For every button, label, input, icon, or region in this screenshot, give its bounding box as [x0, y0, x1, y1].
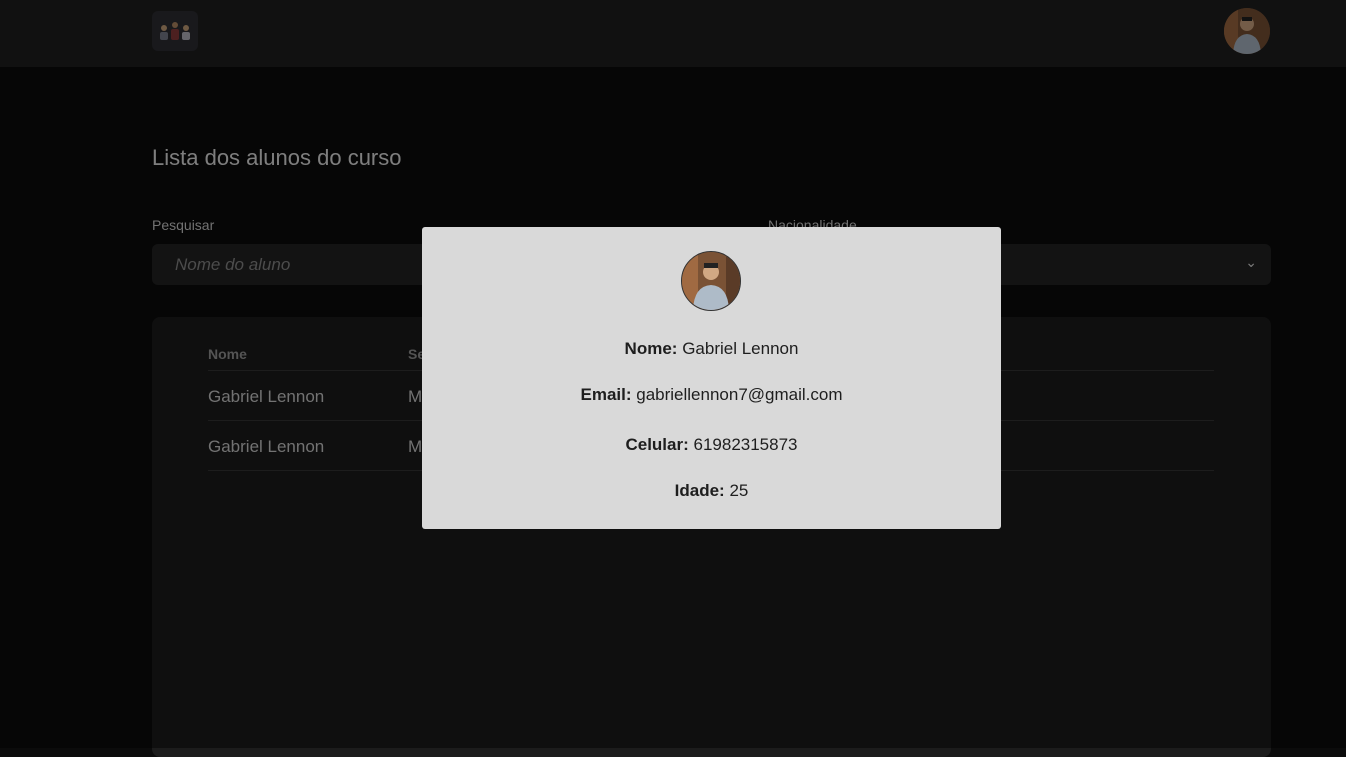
student-name: Nome: Gabriel Lennon [422, 339, 1001, 359]
age-value: 25 [729, 481, 749, 500]
student-avatar [681, 251, 741, 311]
student-email: Email: gabriellennon7@gmail.com [422, 385, 1001, 405]
student-age: Idade: 25 [422, 481, 1001, 501]
student-details-modal: Nome: Gabriel Lennon Email: gabriellenno… [422, 227, 1001, 529]
age-label: Idade: [674, 481, 725, 500]
email-label: Email: [580, 385, 632, 404]
email-value: gabriellennon7@gmail.com [636, 385, 843, 404]
name-value: Gabriel Lennon [682, 339, 799, 358]
name-label: Nome: [624, 339, 678, 358]
student-phone: Celular: 61982315873 [422, 435, 1001, 455]
phone-value: 61982315873 [693, 435, 798, 454]
phone-label: Celular: [625, 435, 689, 454]
